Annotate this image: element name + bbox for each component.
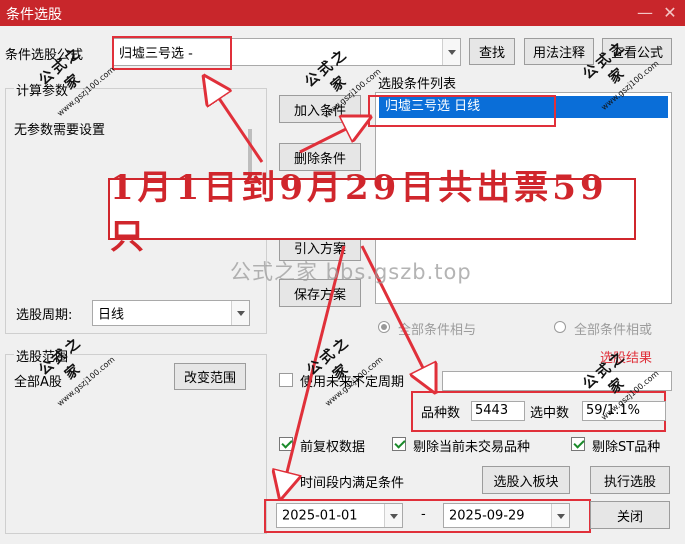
arrow-to-formula xyxy=(208,82,264,163)
result-banner: 1月1日到9月29日共出票59只 xyxy=(108,168,636,257)
watermark-text: 公式之家 bbs.gszb.top xyxy=(230,260,472,284)
